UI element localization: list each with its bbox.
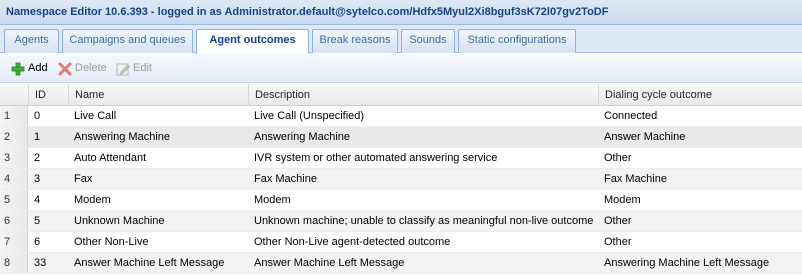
column-header-name[interactable]: Name	[68, 84, 248, 106]
row-number: 3	[0, 148, 28, 168]
row-number: 2	[0, 127, 28, 147]
cell-id: 2	[34, 152, 41, 164]
row-number: 6	[0, 211, 28, 231]
row-number: 4	[0, 169, 28, 189]
tab-agents[interactable]: Agents	[4, 29, 59, 53]
cell-dialing-outcome: Other	[604, 236, 632, 248]
tab-agent-outcomes[interactable]: Agent outcomes	[196, 29, 309, 54]
cell-dialing-outcome: Answering Machine Left Message	[604, 257, 770, 269]
grid-header: ID Name Description Dialing cycle outcom…	[0, 84, 802, 106]
table-row[interactable]: 8 33 Answer Machine Left Message Answer …	[0, 253, 802, 274]
cell-id: 1	[34, 131, 41, 143]
add-label: Add	[28, 62, 48, 74]
edit-button[interactable]: Edit	[115, 60, 152, 78]
cell-dialing-outcome: Modem	[604, 194, 641, 206]
green-plus-icon	[10, 61, 26, 77]
cell-dialing-outcome: Other	[604, 152, 632, 164]
cell-name: Answering Machine	[74, 131, 170, 143]
cell-dialing-outcome: Other	[604, 215, 632, 227]
table-row[interactable]: 2 1 Answering Machine Answering Machine …	[0, 127, 802, 148]
cell-description: Modem	[254, 194, 291, 206]
cell-description: Other Non-Live agent-detected outcome	[254, 236, 451, 248]
add-button[interactable]: Add	[10, 60, 48, 78]
row-number: 5	[0, 190, 28, 210]
table-row[interactable]: 4 3 Fax Fax Machine Fax Machine	[0, 169, 802, 190]
cell-name: Answer Machine Left Message	[74, 257, 225, 269]
tab-strip: Agents Campaigns and queues Agent outcom…	[0, 25, 802, 54]
row-number: 1	[0, 106, 28, 126]
cell-description: Live Call (Unspecified)	[254, 110, 365, 122]
cell-id: 4	[34, 194, 41, 206]
tab-static-configurations[interactable]: Static configurations	[458, 29, 576, 53]
cell-description: Unknown machine; unable to classify as m…	[254, 215, 594, 227]
tab-break-reasons[interactable]: Break reasons	[312, 29, 398, 53]
table-row[interactable]: 5 4 Modem Modem Modem	[0, 190, 802, 211]
outcomes-grid: ID Name Description Dialing cycle outcom…	[0, 84, 802, 274]
cell-dialing-outcome: Connected	[604, 110, 658, 122]
cell-id: 6	[34, 236, 41, 248]
table-row[interactable]: 1 0 Live Call Live Call (Unspecified) Co…	[0, 106, 802, 127]
cell-name: Other Non-Live	[74, 236, 149, 248]
cell-name: Auto Attendant	[74, 152, 147, 164]
cell-id: 3	[34, 173, 41, 185]
cell-name: Modem	[74, 194, 111, 206]
rownum-header	[0, 84, 28, 106]
window-title: Namespace Editor 10.6.393 - logged in as…	[0, 0, 802, 25]
cell-name: Live Call	[74, 110, 117, 122]
row-number: 7	[0, 232, 28, 252]
cell-name: Unknown Machine	[74, 215, 165, 227]
cell-name: Fax	[74, 173, 93, 185]
red-x-icon	[57, 61, 73, 77]
delete-button[interactable]: Delete	[57, 60, 107, 78]
tab-sounds[interactable]: Sounds	[401, 29, 455, 53]
cell-description: Answering Machine	[254, 131, 350, 143]
edit-label: Edit	[133, 62, 152, 74]
cell-description: Fax Machine	[254, 173, 317, 185]
column-header-description[interactable]: Description	[248, 84, 598, 106]
table-row[interactable]: 6 5 Unknown Machine Unknown machine; una…	[0, 211, 802, 232]
table-row[interactable]: 7 6 Other Non-Live Other Non-Live agent-…	[0, 232, 802, 253]
delete-label: Delete	[75, 62, 107, 74]
cell-id: 0	[34, 110, 41, 122]
tab-campaigns-and-queues[interactable]: Campaigns and queues	[62, 29, 193, 53]
cell-dialing-outcome: Fax Machine	[604, 173, 667, 185]
row-number: 8	[0, 253, 28, 273]
cell-dialing-outcome: Answer Machine	[604, 131, 686, 143]
toolbar: Add Delete Edit	[0, 54, 802, 83]
cell-id: 33	[34, 257, 47, 269]
cell-description: IVR system or other automated answering …	[254, 152, 498, 164]
pencil-icon	[115, 61, 131, 77]
cell-id: 5	[34, 215, 41, 227]
cell-description: Answer Machine Left Message	[254, 257, 405, 269]
column-header-id[interactable]: ID	[28, 84, 68, 106]
table-row[interactable]: 3 2 Auto Attendant IVR system or other a…	[0, 148, 802, 169]
column-header-dialing-outcome[interactable]: Dialing cycle outcome	[598, 84, 798, 106]
